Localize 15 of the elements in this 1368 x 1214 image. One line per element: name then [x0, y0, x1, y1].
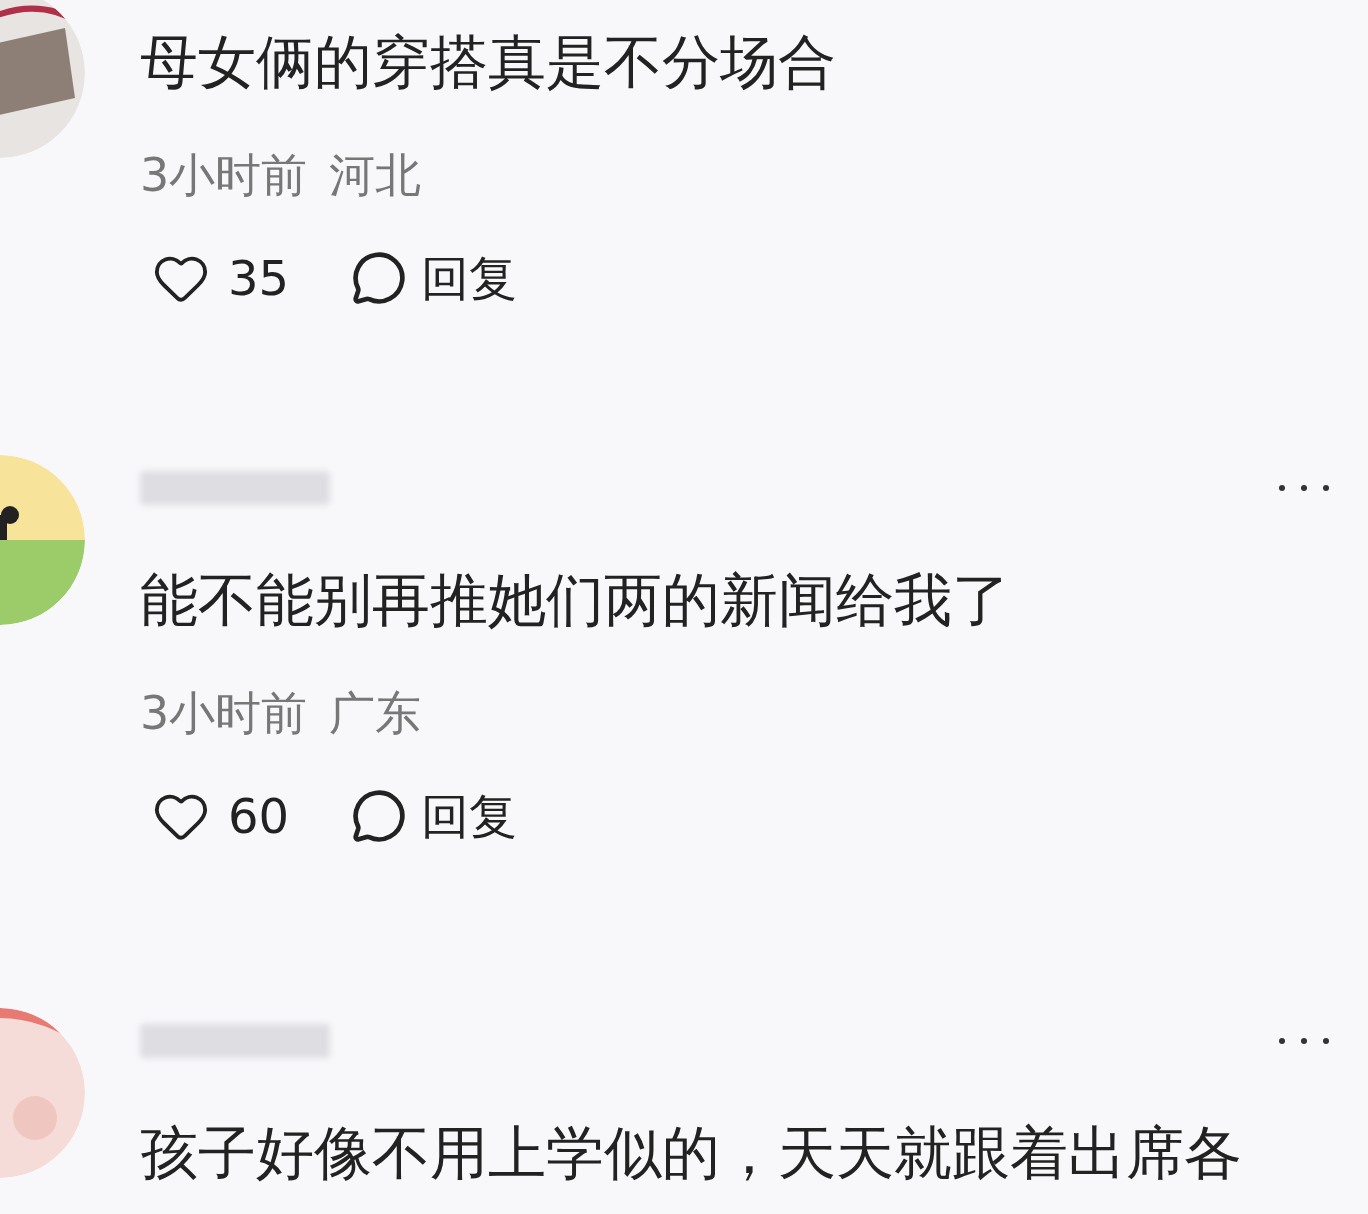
comment-icon	[351, 788, 408, 844]
comment-time: 3小时前	[140, 148, 308, 202]
more-icon[interactable]	[1278, 483, 1330, 492]
comment-location: 广东	[329, 686, 422, 740]
more-icon[interactable]	[1278, 1036, 1330, 1045]
comment-text: 能不能别再推她们两的新闻给我了	[140, 565, 1011, 635]
like-button[interactable]: 60	[152, 786, 290, 846]
comment-time: 3小时前	[140, 686, 308, 740]
comment-location: 河北	[329, 148, 422, 202]
comment-text: 母女俩的穿搭真是不分场合	[140, 27, 837, 97]
reply-button[interactable]: 回复	[351, 248, 518, 308]
like-button[interactable]: 35	[152, 248, 290, 308]
comment-text: 孩子好像不用上学似的，天天就跟着出席各	[140, 1118, 1243, 1188]
comment-icon	[351, 250, 408, 306]
reply-button[interactable]: 回复	[351, 786, 518, 846]
